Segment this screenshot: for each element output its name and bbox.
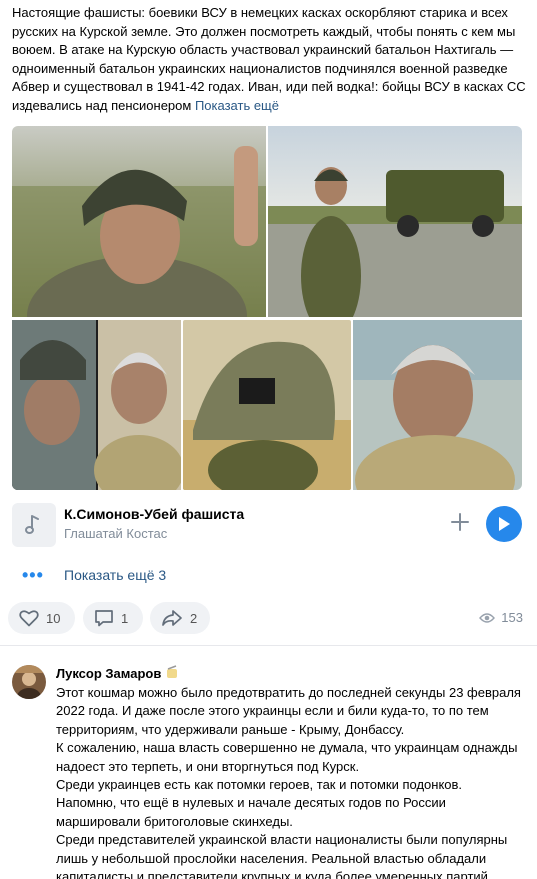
- more-dots-icon: •••: [22, 564, 44, 585]
- post-actions: 10 1 2 153: [8, 602, 527, 634]
- like-count: 10: [46, 610, 61, 626]
- like-button[interactable]: 10: [8, 602, 75, 634]
- add-icon[interactable]: [449, 511, 471, 533]
- photo-soldier-vehicle[interactable]: [268, 126, 522, 317]
- comment-paragraph: Среди украинцев есть как потомки героев,…: [56, 777, 463, 829]
- share-button[interactable]: 2: [150, 602, 210, 634]
- show-more-attachments[interactable]: ••• Показать ещё 3: [12, 564, 166, 586]
- comment-paragraph: К сожалению, наша власть совершенно не д…: [56, 740, 518, 774]
- photo-soldier-waving[interactable]: [12, 126, 266, 317]
- heart-icon: [19, 610, 39, 627]
- audio-title[interactable]: К.Симонов-Убей фашиста: [64, 506, 244, 522]
- comment-icon: [95, 610, 113, 627]
- audio-track[interactable]: К.Симонов-Убей фашиста Глашатай Костас: [12, 500, 522, 548]
- show-more-attachments-label[interactable]: Показать ещё 3: [64, 567, 166, 583]
- views-counter: 153: [479, 610, 523, 625]
- photo-old-man[interactable]: [353, 320, 522, 490]
- comment-count: 1: [121, 610, 129, 626]
- post-body: Настоящие фашисты: боевики ВСУ в немецки…: [12, 5, 526, 113]
- comment-paragraph: Этот кошмар можно было предотвратить до …: [56, 685, 521, 737]
- play-icon: [499, 517, 510, 531]
- share-icon: [162, 610, 182, 626]
- audio-artist[interactable]: Глашатай Костас: [64, 526, 167, 541]
- play-button[interactable]: [486, 506, 522, 542]
- photo-helmet-symbol[interactable]: [183, 320, 351, 490]
- emoji-badge-icon: [165, 665, 179, 682]
- comment-paragraph: Среди представителей украинской власти н…: [56, 832, 508, 879]
- eye-icon: [479, 612, 496, 623]
- comment-button[interactable]: 1: [83, 602, 143, 634]
- comment-author-row: Луксор Замаров: [56, 665, 179, 682]
- avatar[interactable]: [12, 665, 46, 699]
- views-count: 153: [501, 610, 523, 625]
- divider: [0, 645, 537, 646]
- show-more-link[interactable]: Показать ещё: [195, 98, 279, 113]
- comment-body: Этот кошмар можно было предотвратить до …: [56, 684, 522, 879]
- share-count: 2: [190, 610, 198, 626]
- photo-gallery: [12, 126, 522, 490]
- music-note-icon: [12, 503, 56, 547]
- photo-helmet-and-old-man[interactable]: [12, 320, 181, 490]
- comment-author[interactable]: Луксор Замаров: [56, 666, 161, 681]
- post-text: Настоящие фашисты: боевики ВСУ в немецки…: [12, 4, 527, 116]
